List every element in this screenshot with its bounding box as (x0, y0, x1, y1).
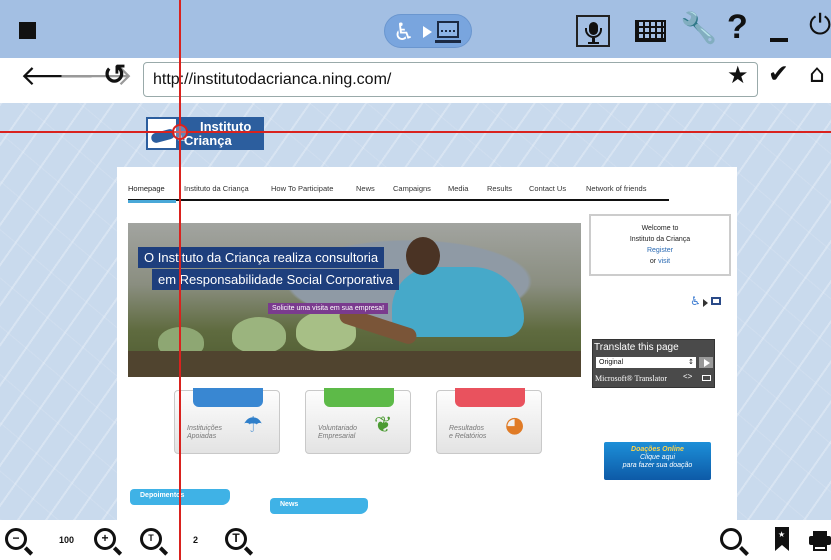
donate-online-button[interactable]: Doações Online Clique aqui para fazer su… (604, 442, 711, 480)
logo-line2: Criança (184, 133, 232, 148)
card-label-line2: Apoiadas (187, 433, 217, 440)
confirm-check-button[interactable]: ✔ (768, 61, 789, 86)
navigation-bar: 🡐 🡒 ↺ http://institutodacrianca.ning.com… (0, 58, 831, 103)
news-ribbon[interactable]: News (270, 498, 368, 514)
menu-item-homepage[interactable]: Homepage (128, 184, 165, 193)
text-smaller-button[interactable]: T (140, 528, 162, 550)
translate-go-button[interactable] (699, 357, 713, 368)
crosshair-horizontal-line (0, 131, 831, 133)
donate-line2: Clique aqui (639, 454, 676, 461)
star-icon: ★ (778, 530, 786, 539)
play-arrow-icon (703, 299, 708, 307)
monitor-icon (437, 21, 459, 38)
pie-icon: ◕ (505, 413, 525, 438)
search-button[interactable] (720, 528, 742, 550)
wheelchair-icon: ♿ (690, 294, 701, 308)
web-viewport[interactable]: Instituto da Criança Homepage Instituto … (0, 103, 831, 520)
zoom-level: 100 (59, 535, 75, 545)
accessibility-mode-toggle[interactable]: ♿ (384, 14, 472, 48)
card-label-line2: e Relatórios (449, 433, 487, 440)
embed-code-icon[interactable]: <> (683, 372, 692, 381)
hero-headline-2: em Responsabilidade Social Corporativa (152, 269, 399, 290)
home-button[interactable]: ⌂ (809, 61, 825, 86)
play-arrow-icon (423, 26, 432, 38)
active-tab-underline (128, 200, 176, 203)
hero-banner[interactable]: O Instituto da Criança realiza consultor… (128, 223, 581, 377)
text-larger-button[interactable]: T (225, 528, 247, 550)
microphone-button[interactable] (576, 15, 610, 47)
card-voluntariado[interactable]: Voluntariado Empresarial ❦ (305, 388, 411, 454)
site-accessibility-widget[interactable]: ♿ (690, 294, 728, 310)
hero-cta-link[interactable]: Solicite uma visita em sua empresa! (268, 303, 389, 314)
menu-item-campaigns[interactable]: Campaigns (393, 184, 431, 193)
translate-widget: Translate this page Original Microsoft® … (592, 339, 715, 388)
plus-icon: + (101, 531, 109, 545)
stop-button[interactable] (19, 22, 36, 39)
translator-provider: Microsoft® Translator (595, 374, 668, 383)
url-text: http://institutodacrianca.ning.com/ (153, 71, 392, 88)
menu-item-news[interactable]: News (356, 184, 375, 193)
wheelchair-icon: ♿ (393, 18, 415, 46)
top-toolbar: ♿ 🔧 ? ⏻ (0, 0, 831, 58)
menu-item-contact[interactable]: Contact Us (529, 184, 566, 193)
text-t-icon: T (232, 531, 240, 545)
card-label-line1: Resultados (449, 425, 485, 432)
wrench-settings-button[interactable]: 🔧 (680, 14, 717, 44)
url-input[interactable]: http://institutodacrianca.ning.com/ (143, 62, 758, 97)
hero-headline-1: O Instituto da Criança realiza consultor… (138, 247, 385, 268)
sign-in-link[interactable]: visit (658, 258, 670, 265)
welcome-line2: Instituto da Criança (629, 236, 691, 243)
email-icon[interactable] (702, 375, 711, 381)
minimize-button[interactable] (770, 38, 788, 42)
menu-item-instituto[interactable]: Instituto da Criança (184, 184, 249, 193)
zoom-out-button[interactable]: − (5, 528, 27, 550)
translate-title: Translate this page (594, 342, 679, 353)
language-select[interactable]: Original (596, 357, 696, 368)
menu-item-participate[interactable]: How To Participate (271, 184, 333, 193)
zoom-in-button[interactable]: + (94, 528, 116, 550)
site-logo[interactable]: Instituto da Criança (146, 116, 264, 152)
card-label-line1: Instituições (187, 425, 223, 432)
print-button[interactable] (809, 531, 831, 551)
keyboard-button[interactable] (635, 20, 666, 42)
bottom-toolbar: − 100 + T 2 T ★ (0, 520, 831, 560)
menu-item-network[interactable]: Network of friends (586, 184, 646, 193)
minus-icon: − (12, 531, 20, 545)
site-menu: Homepage Instituto da Criança How To Par… (128, 181, 669, 201)
welcome-box: Welcome to Instituto da Criança Register… (589, 214, 731, 276)
help-button[interactable]: ? (727, 10, 748, 44)
power-button[interactable]: ⏻ (809, 11, 831, 39)
menu-item-results[interactable]: Results (487, 184, 512, 193)
welcome-or: or (649, 258, 657, 265)
site-content: Homepage Instituto da Criança How To Par… (117, 167, 737, 520)
donate-line3: para fazer sua doação (622, 462, 693, 469)
register-link[interactable]: Register (591, 245, 729, 256)
bookmark-button[interactable]: ★ (775, 527, 789, 551)
card-label-line2: Empresarial (318, 433, 356, 440)
favorite-star-button[interactable]: ★ (727, 63, 749, 87)
umbrella-icon: ☂ (243, 413, 263, 438)
card-instituicoes[interactable]: Instituições Apoiadas ☂ (174, 388, 280, 454)
crosshair-cursor (172, 124, 188, 140)
crosshair-vertical-line (179, 0, 181, 560)
donate-title: Doações Online (631, 446, 684, 453)
sprout-icon: ❦ (374, 413, 393, 438)
card-label-line1: Voluntariado (318, 425, 358, 432)
welcome-line1: Welcome to (641, 225, 679, 232)
reload-button[interactable]: ↺ (103, 61, 126, 89)
card-resultados[interactable]: Resultados e Relatórios ◕ (436, 388, 542, 454)
menu-item-media[interactable]: Media (448, 184, 468, 193)
text-size-level: 2 (193, 535, 199, 545)
text-t-icon: T (148, 533, 154, 543)
monitor-icon (711, 297, 721, 305)
